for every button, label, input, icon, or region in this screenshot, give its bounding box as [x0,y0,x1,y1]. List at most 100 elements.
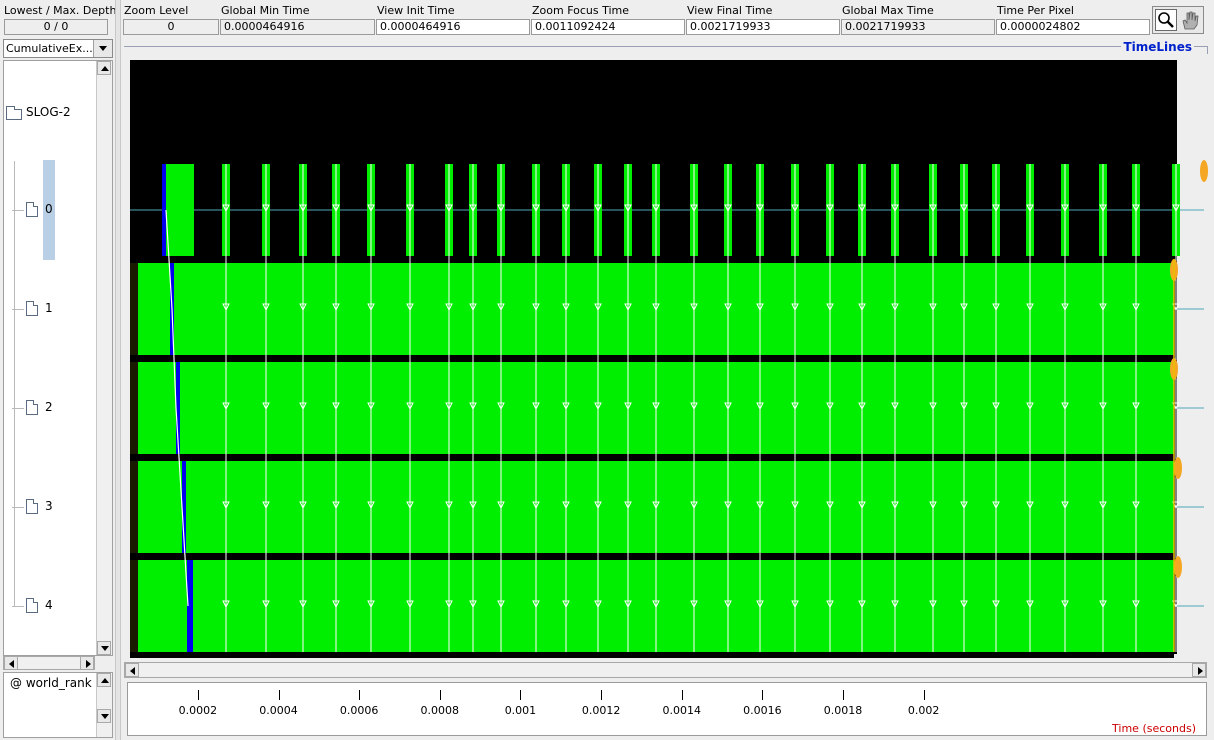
view-init-time-input[interactable]: 0.0000464916 [376,19,530,35]
time-axis-tick-label: 0.0008 [420,704,460,717]
time-axis-tick [359,690,361,700]
global-min-time-label: Global Min Time [221,4,310,17]
hand-tool-button[interactable] [1179,9,1201,31]
event-marker [1174,457,1182,479]
scroll-up-button[interactable] [97,61,111,75]
time-axis-tick-label: 0.0016 [743,704,782,717]
arrow-up-icon [101,66,109,71]
time-axis-unit-label: Time (seconds) [1112,722,1196,735]
view-init-time-label: View Init Time [377,4,455,17]
state-bar-edge [130,560,138,652]
chevron-down-icon [99,46,107,51]
scroll-left-button[interactable] [4,656,18,670]
time-axis-tick [278,690,280,700]
panel-splitter[interactable] [115,0,121,740]
zoom-focus-time-input[interactable]: 0.0011092424 [531,19,685,35]
state-bar-edge [130,263,138,355]
view-combo-dropdown-button[interactable] [93,40,112,57]
scroll-left-button[interactable] [125,663,139,677]
tree-connector-line [14,161,15,607]
scroll-right-button[interactable] [1192,663,1206,677]
tree-node-rank-2[interactable]: 2 [12,398,102,418]
tree-vertical-scrollbar[interactable] [96,61,112,655]
global-max-time-field: Global Max Time 0.0021719933 [840,3,996,35]
zoom-focus-time-label: Zoom Focus Time [532,4,630,17]
arrow-right-icon [86,660,91,668]
timeline-tree: SLOG-2 0 1 2 3 4 [3,60,113,656]
magnifier-icon [1158,12,1174,28]
time-per-pixel-input[interactable]: 0.0000024802 [996,19,1150,35]
document-icon [26,400,38,415]
global-min-time-value: 0.0000464916 [220,19,375,35]
state-bar-edge [130,362,138,454]
zoom-level-value: 0 [123,19,219,35]
tree-root-label: SLOG-2 [26,105,71,119]
row-separator [130,652,1174,658]
document-icon [26,301,38,316]
hand-icon [1182,11,1199,30]
view-init-time-field: View Init Time 0.0000464916 [375,3,531,35]
zoom-tools [1152,6,1204,34]
depth-header: Lowest / Max. Depth 0 / 0 [0,2,116,35]
arrow-left-icon [9,660,14,668]
zoom-level-field: Zoom Level 0 [122,3,220,35]
time-axis-tick [681,690,683,700]
tree-node-label: 2 [45,400,53,414]
time-axis-tick [923,690,925,700]
tree-node-label: 4 [45,598,53,612]
time-axis-tick-label: 0.0012 [581,704,621,717]
view-final-time-label: View Final Time [687,4,773,17]
global-max-time-label: Global Max Time [842,4,934,17]
time-axis-tick [520,690,522,700]
state-bar [166,164,194,256]
tree-node-rank-4[interactable]: 4 [12,596,102,616]
scroll-right-button[interactable] [80,656,94,670]
tree-branch-line [12,210,24,211]
time-axis-tick [197,690,199,700]
group-vertical-scrollbar[interactable] [96,673,112,737]
time-axis-tick-label: 0.0002 [178,704,218,717]
scroll-down-button[interactable] [97,709,111,723]
tree-node-label: 3 [45,499,53,513]
view-combo-value: CumulativeEx... [6,42,92,55]
tree-node-rank-3[interactable]: 3 [12,497,102,517]
row-separator [130,355,1174,361]
tree-node-rank-0[interactable]: 0 [12,200,102,220]
time-axis-tick [601,690,603,700]
tree-branch-line [12,507,24,508]
depth-label: Lowest / Max. Depth [4,4,117,17]
tree-branch-line [12,309,24,310]
time-axis-tick-label: 0.0018 [823,704,863,717]
time-axis-tick-label: 0.001 [504,704,537,717]
state-bar-blue [162,164,166,256]
timelines-title: TimeLines [1121,40,1194,54]
magnifier-tool-button[interactable] [1155,9,1177,31]
view-final-time-field: View Final Time 0.0021719933 [685,3,841,35]
view-combo-box[interactable]: CumulativeEx... [3,39,113,58]
timeline-drawing[interactable] [124,54,1208,658]
view-final-time-input[interactable]: 0.0021719933 [686,19,840,35]
time-axis-tick [843,690,844,700]
depth-value: 0 / 0 [4,19,108,35]
tree-node-rank-1[interactable]: 1 [12,299,102,319]
tree-branch-line [12,408,24,409]
document-icon [26,598,38,613]
timeline-horizontal-scrollbar[interactable] [124,662,1207,678]
time-per-pixel-label: Time Per Pixel [997,4,1074,17]
state-bar-edge [130,461,138,553]
time-axis-tick-label: 0.0014 [662,704,701,717]
time-axis-tick-label: 0.002 [907,704,940,717]
scroll-down-button[interactable] [97,641,111,655]
timeline-canvas[interactable] [124,54,1208,658]
document-icon [26,499,38,514]
tree-node-label: 1 [45,301,53,315]
folder-icon [6,106,22,120]
tree-horizontal-scrollbar[interactable] [3,656,95,670]
scroll-up-button[interactable] [97,673,111,687]
document-icon [26,202,38,217]
group-label: @ world_rank [10,676,92,690]
arrow-right-icon [1198,667,1203,675]
group-label-panel: @ world_rank [3,672,113,738]
time-axis-tick [762,690,764,700]
arrow-down-icon [101,714,109,719]
